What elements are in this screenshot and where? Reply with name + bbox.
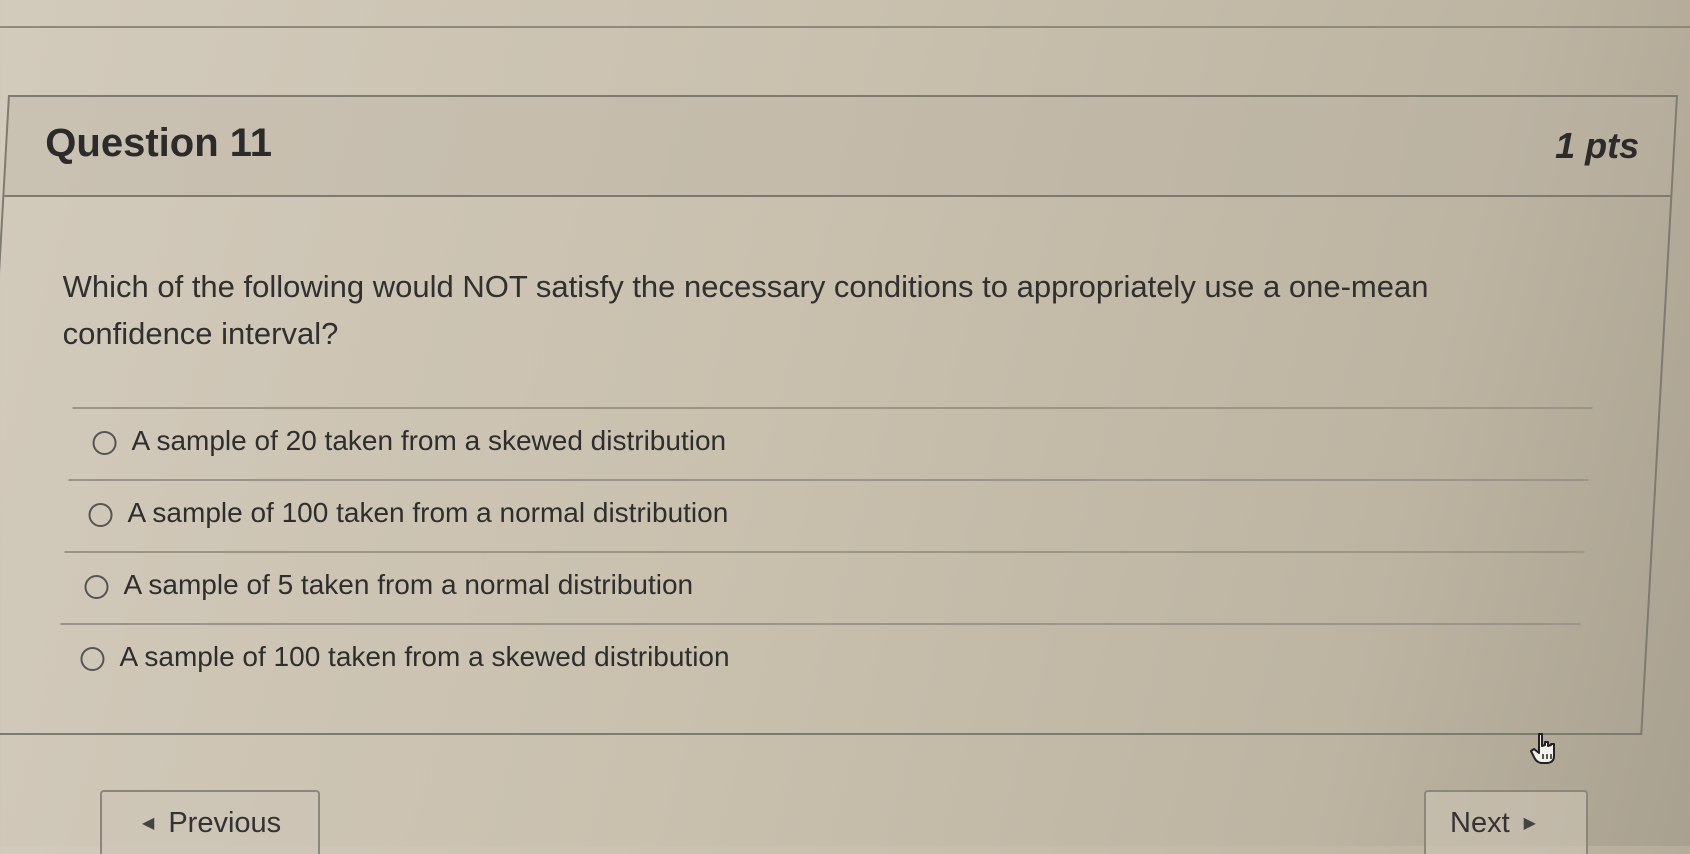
previous-button[interactable]: ◀ Previous [100, 790, 320, 854]
hand-pointer-icon [1530, 733, 1555, 764]
answer-option[interactable]: A sample of 100 taken from a normal dist… [64, 479, 1589, 551]
question-header: Question 11 1 pts [4, 97, 1676, 197]
radio-button[interactable] [92, 431, 117, 455]
question-title: Question 11 [45, 121, 273, 165]
question-card: Question 11 1 pts Which of the following… [0, 95, 1678, 735]
caret-left-icon: ◀ [142, 815, 155, 832]
previous-label: Previous [168, 806, 282, 839]
caret-right-icon: ▶ [1523, 815, 1536, 832]
question-points: 1 pts [1555, 125, 1640, 166]
radio-button[interactable] [80, 647, 105, 671]
radio-button[interactable] [88, 503, 113, 527]
radio-button[interactable] [84, 575, 109, 599]
top-divider [0, 26, 1690, 28]
question-text: Which of the following would NOT satisfy… [62, 269, 1429, 351]
next-label: Next [1450, 806, 1510, 839]
answer-option[interactable]: A sample of 20 taken from a skewed distr… [68, 407, 1593, 479]
answer-label[interactable]: A sample of 100 taken from a skewed dist… [119, 641, 729, 673]
next-button[interactable]: Next ▶ [1424, 790, 1588, 854]
answer-label[interactable]: A sample of 100 taken from a normal dist… [128, 497, 729, 529]
answer-label[interactable]: A sample of 5 taken from a normal distri… [123, 569, 693, 601]
answer-option[interactable]: A sample of 5 taken from a normal distri… [60, 551, 1585, 623]
answer-list: A sample of 20 taken from a skewed distr… [56, 407, 1593, 695]
answer-option[interactable]: A sample of 100 taken from a skewed dist… [56, 623, 1581, 695]
answer-label[interactable]: A sample of 20 taken from a skewed distr… [132, 425, 727, 457]
